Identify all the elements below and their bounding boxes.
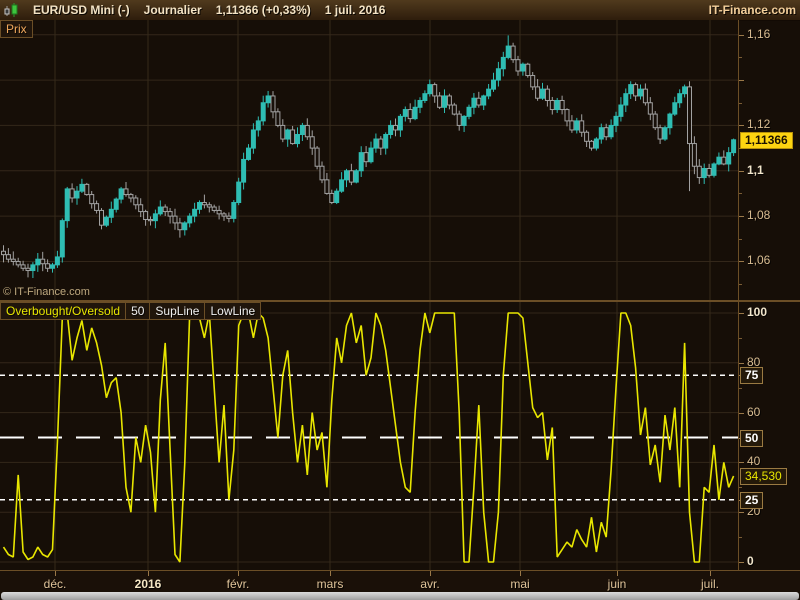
- axis-tick: [739, 239, 742, 240]
- axis-label: 1,1: [747, 163, 764, 177]
- axis-label: 1,06: [747, 253, 771, 267]
- axis-tick: [739, 80, 744, 81]
- indicator-tab-overbought-oversold[interactable]: Overbought/Oversold: [0, 302, 127, 320]
- axis-tick: [739, 487, 742, 488]
- month-label-juil: juil.: [700, 577, 720, 591]
- brand-label: IT-Finance.com: [708, 3, 796, 17]
- month-label-mai: mai: [510, 577, 530, 591]
- date-label: 1 juil. 2016: [324, 3, 386, 17]
- axis-tick: [739, 125, 744, 126]
- axis-tick: [739, 338, 742, 339]
- month-label-fvr: févr.: [226, 577, 250, 591]
- indicator-chart[interactable]: [0, 302, 738, 570]
- axis-label: 100: [747, 305, 768, 319]
- axis-label: 1,08: [747, 208, 771, 222]
- level-badge-75: 75: [740, 367, 764, 384]
- axis-tick: [739, 57, 742, 58]
- axis-tick: [739, 388, 742, 389]
- month-label-2016: 2016: [134, 577, 162, 591]
- axis-tick: [739, 363, 744, 364]
- axis-label: 60: [747, 405, 761, 419]
- axis-label: 0: [747, 554, 754, 568]
- axis-tick: [739, 462, 744, 463]
- indicator-tabs: Overbought/Oversold 50 SupLine LowLine: [0, 302, 262, 320]
- watermark: © IT-Finance.com: [3, 286, 90, 298]
- time-tick: [617, 571, 618, 576]
- time-tick: [710, 571, 711, 576]
- axis-tick: [739, 216, 744, 217]
- time-tick: [430, 571, 431, 576]
- axis-tick: [739, 103, 742, 104]
- price-tab[interactable]: Prix: [0, 20, 33, 38]
- axis-tick: [739, 193, 742, 194]
- month-label-avr: avr.: [420, 577, 440, 591]
- time-axis[interactable]: déc. 2016 févr. mars avr. mai juin juil.: [0, 570, 800, 593]
- time-tick: [520, 571, 521, 576]
- time-tick: [148, 571, 149, 576]
- instrument-title: EUR/USD Mini (-): [33, 3, 130, 17]
- price-panel: Prix © IT-Finance.com: [0, 20, 738, 300]
- last-quote-label: 1,11366 (+0,33%): [215, 3, 311, 17]
- axis-tick: [739, 35, 744, 36]
- axis-tick: [739, 284, 742, 285]
- indicator-value-badge: 34,530: [740, 468, 787, 485]
- axis-label: 1,16: [747, 27, 771, 41]
- axis-tick: [739, 171, 744, 172]
- level-badge-50: 50: [740, 430, 764, 447]
- topbar: EUR/USD Mini (-) Journalier 1,11366 (+0,…: [0, 0, 800, 21]
- indicator-tab-supline[interactable]: SupLine: [149, 302, 206, 320]
- indicator-axis[interactable]: 34,530 100 80 60 40 20 0 75 50 25: [739, 302, 800, 570]
- time-tick: [330, 571, 331, 576]
- month-label-juin: juin: [607, 577, 627, 591]
- axis-tick: [739, 413, 744, 414]
- month-label-mars: mars: [316, 577, 344, 591]
- instrument-candlestick-icon: [3, 2, 19, 18]
- axis-label: 40: [747, 454, 761, 468]
- last-price-badge: 1,11366: [740, 132, 793, 149]
- horizontal-scrollbar[interactable]: [1, 592, 799, 600]
- axis-label: 1,12: [747, 117, 771, 131]
- level-badge-25: 25: [740, 492, 764, 509]
- chart-application: EUR/USD Mini (-) Journalier 1,11366 (+0,…: [0, 0, 800, 600]
- time-tick: [238, 571, 239, 576]
- indicator-panel: Overbought/Oversold 50 SupLine LowLine: [0, 302, 738, 570]
- axis-tick: [739, 537, 742, 538]
- price-chart[interactable]: [0, 20, 738, 300]
- indicator-tab-lowline[interactable]: LowLine: [204, 302, 262, 320]
- axis-tick: [739, 562, 744, 563]
- axis-tick: [739, 261, 744, 262]
- indicator-tab-50[interactable]: 50: [125, 302, 151, 320]
- price-axis[interactable]: 1,11366 1,16 1,12 1,1 1,08 1,06: [739, 20, 800, 300]
- month-label-dc: déc.: [43, 577, 67, 591]
- axis-tick: [739, 313, 744, 314]
- timeframe-label: Journalier: [143, 3, 202, 17]
- time-tick: [55, 571, 56, 576]
- axis-tick: [739, 512, 744, 513]
